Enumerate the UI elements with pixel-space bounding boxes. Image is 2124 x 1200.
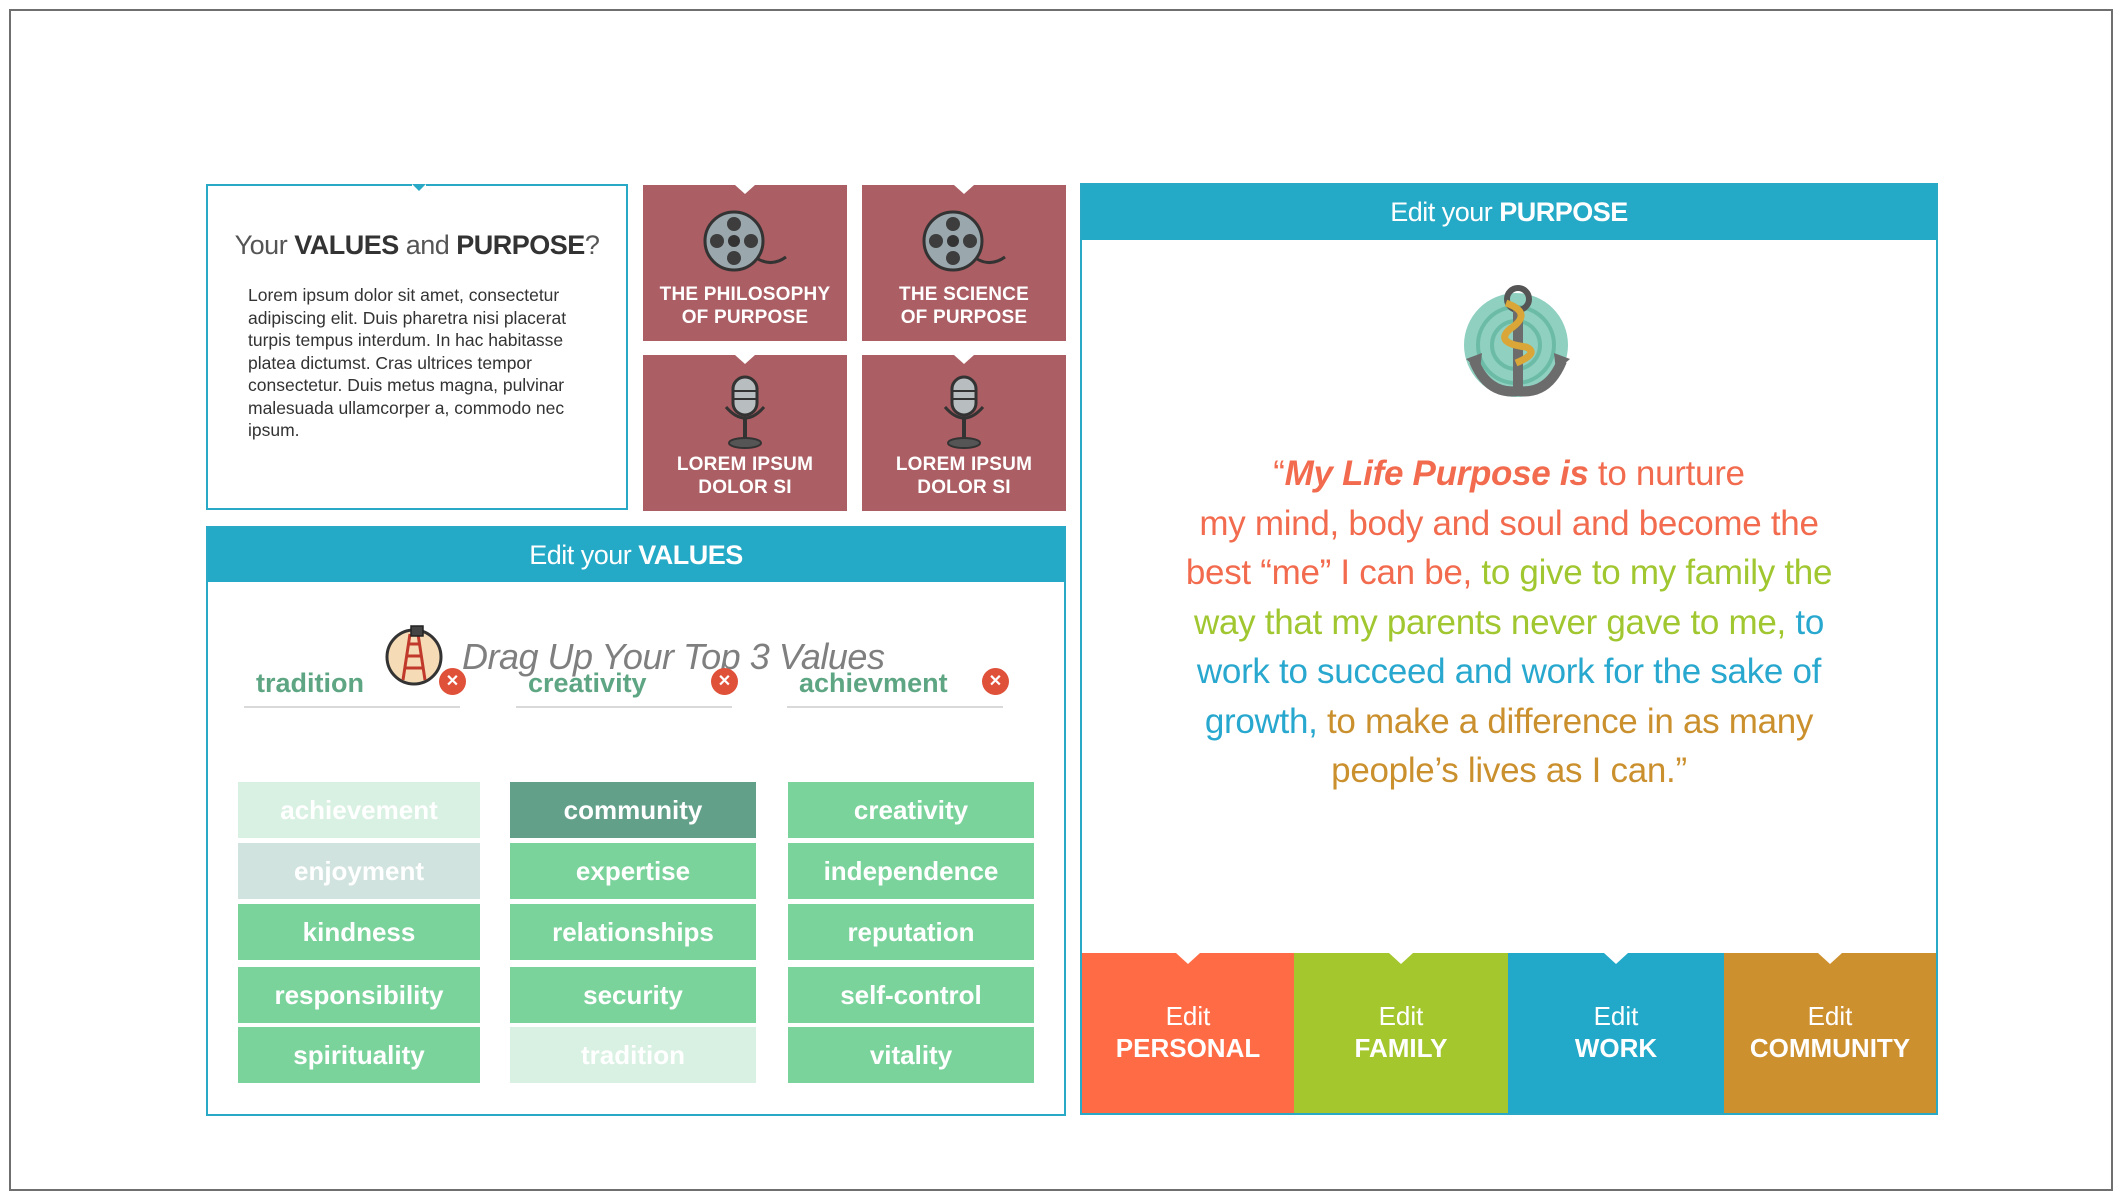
remove-value-button[interactable]: ✕ (439, 668, 466, 695)
microphone-icon (720, 373, 770, 454)
value-chip-reputation[interactable]: reputation (788, 904, 1034, 960)
edit-category-label: WORK (1574, 1033, 1658, 1063)
purpose-panel-header: Edit your PURPOSE (1082, 185, 1936, 240)
media-tile-label: LOREM IPSUM DOLOR SI (676, 454, 814, 498)
value-chip-expertise[interactable]: expertise (510, 843, 756, 899)
intro-body-text: Lorem ipsum dolor sit amet, consectetur … (248, 285, 567, 440)
quote-line-2: my mind, body and soul and become the (1199, 503, 1819, 543)
value-chip-self-control[interactable]: self-control (788, 967, 1034, 1023)
value-chip-spirituality[interactable]: spirituality (238, 1027, 480, 1083)
edit-category-label: COMMUNITY (1749, 1033, 1911, 1063)
value-chip-community[interactable]: community (510, 782, 756, 838)
media-tile-label: THE PHILOSOPHY OF PURPOSE (659, 284, 831, 328)
media-tile-label: LOREM IPSUM DOLOR SI (895, 454, 1033, 498)
values-panel-header: Edit your VALUES (208, 528, 1064, 582)
value-chip-vitality[interactable]: vitality (788, 1027, 1034, 1083)
purpose-statement: “My Life Purpose is to nurture my mind, … (1122, 449, 1896, 796)
edit-label: Edit (1593, 1001, 1639, 1031)
value-chip-security[interactable]: security (510, 967, 756, 1023)
media-tile-podcast-1[interactable]: LOREM IPSUM DOLOR SI (643, 355, 847, 511)
remove-value-button[interactable]: ✕ (711, 668, 738, 695)
value-chip-responsibility[interactable]: responsibility (238, 967, 480, 1023)
values-head-bold: VALUES (638, 540, 743, 570)
intro-title: Your VALUES and PURPOSE? (208, 230, 626, 261)
film-reel-icon (921, 209, 1007, 278)
purpose-head-bold: PURPOSE (1499, 197, 1628, 227)
top-value-label: tradition (256, 668, 364, 698)
purpose-panel: Edit your PURPOSE “My Life Purpose is to… (1080, 183, 1938, 1115)
film-reel-icon (702, 209, 788, 278)
top-value-label: achievment (799, 668, 948, 698)
value-chip-kindness[interactable]: kindness (238, 904, 480, 960)
value-chip-enjoyment[interactable]: enjoyment (238, 843, 480, 899)
media-tile-label: THE SCIENCE OF PURPOSE (899, 284, 1029, 328)
edit-purpose-tabs: Edit PERSONAL Edit FAMILY Edit WORK Edit… (1082, 953, 1936, 1113)
edit-category-label: FAMILY (1354, 1033, 1448, 1063)
edit-label: Edit (1378, 1001, 1424, 1031)
value-chip-tradition[interactable]: tradition (510, 1027, 756, 1083)
intro-card: Your VALUES and PURPOSE? Lorem ipsum dol… (206, 184, 628, 510)
media-tile-podcast-2[interactable]: LOREM IPSUM DOLOR SI (862, 355, 1066, 511)
intro-title-purpose: PURPOSE (456, 230, 585, 260)
intro-title-pre: Your (234, 230, 295, 260)
quote-line-6: growth, to make a difference in as many (1204, 701, 1814, 741)
intro-notch (412, 184, 426, 196)
quote-line-5: work to succeed and work for the sake of (1196, 652, 1822, 691)
top-value-label: creativity (528, 668, 647, 698)
edit-category-label: PERSONAL (1115, 1033, 1261, 1063)
values-head-pre: Edit your (529, 540, 639, 570)
values-panel: Edit your VALUES Drag Up Your Top 3 Valu… (206, 526, 1066, 1116)
quote-line-1: “My Life Purpose is to nurture (1273, 454, 1745, 493)
edit-personal-button[interactable]: Edit PERSONAL (1082, 953, 1294, 1113)
top-value-slot-2[interactable]: creativity ✕ (516, 656, 738, 708)
value-chip-creativity[interactable]: creativity (788, 782, 1034, 838)
intro-title-values: VALUES (294, 230, 399, 260)
edit-label: Edit (1807, 1001, 1853, 1031)
remove-value-button[interactable]: ✕ (982, 668, 1009, 695)
edit-family-button[interactable]: Edit FAMILY (1294, 953, 1508, 1113)
quote-line-3: best “me” I can be, to give to my family… (1185, 553, 1833, 592)
top-value-slot-1[interactable]: tradition ✕ (244, 656, 466, 708)
purpose-head-pre: Edit your (1390, 197, 1500, 227)
quote-line-7: people’s lives as I can.” (1331, 751, 1687, 790)
media-tile-science[interactable]: THE SCIENCE OF PURPOSE (862, 185, 1066, 341)
intro-title-post: ? (584, 230, 600, 260)
edit-work-button[interactable]: Edit WORK (1508, 953, 1724, 1113)
value-chip-independence[interactable]: independence (788, 843, 1034, 899)
anchor-icon (1454, 283, 1578, 412)
top-value-slot-3[interactable]: achievment ✕ (787, 656, 1009, 708)
edit-label: Edit (1165, 1001, 1211, 1031)
quote-line-4: way that my parents never gave to me, to (1194, 602, 1824, 642)
value-chip-achievement[interactable]: achievement (238, 782, 480, 838)
media-tile-philosophy[interactable]: THE PHILOSOPHY OF PURPOSE (643, 185, 847, 341)
intro-title-mid: and (398, 230, 457, 260)
edit-community-button[interactable]: Edit COMMUNITY (1724, 953, 1936, 1113)
value-chip-relationships[interactable]: relationships (510, 904, 756, 960)
microphone-icon (939, 373, 989, 454)
